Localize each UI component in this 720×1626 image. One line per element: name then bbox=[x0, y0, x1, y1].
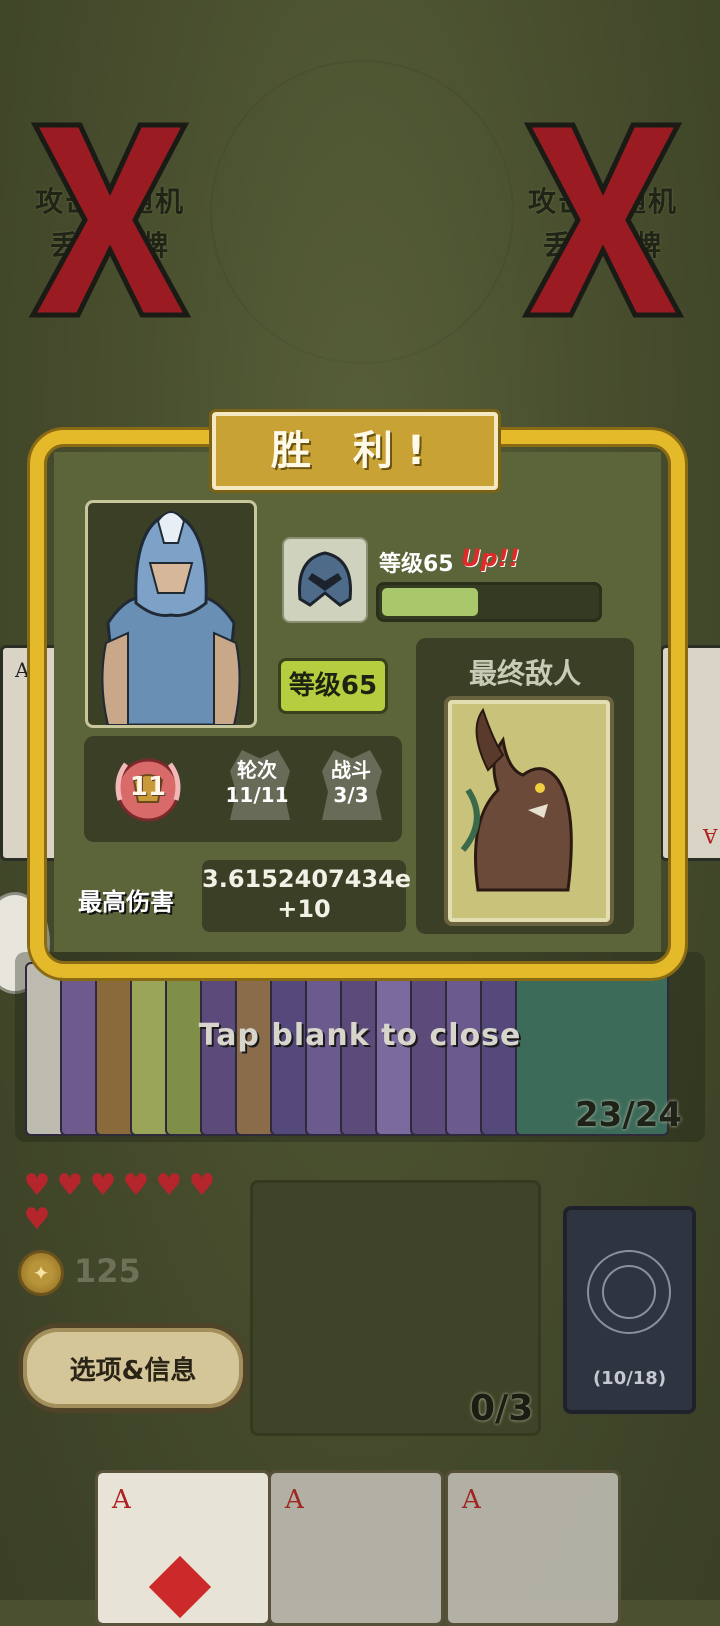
coin-icon: ✦ bbox=[18, 1250, 64, 1296]
card-rank: A bbox=[112, 1485, 131, 1515]
heart-icon: ♥ bbox=[122, 1168, 150, 1203]
discard-hint-left: 攻击后随机 丢弃卡牌 bbox=[25, 120, 195, 320]
rounds-value: 11/11 bbox=[225, 783, 289, 807]
battles-label: 战斗 bbox=[331, 758, 371, 782]
xp-progress-fill bbox=[382, 588, 478, 616]
draw-pile[interactable]: (10/18) bbox=[563, 1206, 696, 1414]
heart-icon: ♥ bbox=[89, 1168, 117, 1203]
rounds-stat: 轮次 11/11 bbox=[210, 754, 304, 807]
knight-portrait-icon bbox=[101, 511, 241, 725]
victory-modal: 胜 利! 等级65 Up!! 等级65 最终敌人 11 轮次 11/11 战斗 … bbox=[30, 412, 685, 978]
card-rank: A bbox=[15, 658, 30, 682]
demon-beast-icon bbox=[460, 707, 573, 892]
card-rank: A bbox=[462, 1485, 481, 1515]
disabled-x-icon bbox=[521, 122, 685, 318]
xp-progress-bar bbox=[376, 582, 602, 622]
victory-title: 胜 利! bbox=[212, 412, 498, 490]
final-enemy-card bbox=[444, 696, 614, 926]
diamond-suit-icon bbox=[148, 1555, 212, 1619]
health-hearts: ♥ ♥ ♥ ♥ ♥ ♥♥ bbox=[22, 1168, 242, 1240]
coin-count: 125 bbox=[74, 1252, 141, 1290]
max-damage-label: 最高伤害 bbox=[78, 888, 174, 916]
discard-hint-right: 攻击后随机 丢弃卡牌 bbox=[518, 120, 688, 320]
rounds-label: 轮次 bbox=[237, 758, 277, 782]
disabled-x-icon bbox=[28, 122, 192, 318]
final-enemy-label: 最终敌人 bbox=[468, 657, 581, 690]
hand-card[interactable]: A bbox=[268, 1470, 444, 1626]
max-damage-value: 3.6152407434e +10 bbox=[202, 860, 411, 932]
battle-stats-panel: 11 轮次 11/11 战斗 3/3 bbox=[84, 736, 402, 842]
tap-to-close-text: Tap blank to close bbox=[198, 1018, 522, 1053]
level-text: 等级65 bbox=[379, 552, 454, 577]
heart-icon: ♥ bbox=[155, 1168, 183, 1203]
class-helmet-icon bbox=[282, 537, 368, 623]
background-emblem bbox=[210, 60, 514, 364]
heart-icon: ♥ bbox=[188, 1168, 216, 1203]
heart-icon: ♥ bbox=[23, 1168, 51, 1203]
level-up-label: Up!! bbox=[461, 544, 520, 572]
card-rank: A bbox=[285, 1485, 304, 1515]
battles-stat: 战斗 3/3 bbox=[316, 754, 386, 807]
deck-count: 23/24 bbox=[575, 1095, 683, 1135]
draw-pile-count: (10/18) bbox=[592, 1368, 667, 1389]
card-rank: A bbox=[702, 824, 717, 848]
hand-card[interactable]: A bbox=[445, 1470, 621, 1626]
hand-card[interactable]: A bbox=[95, 1470, 271, 1626]
battles-value: 3/3 bbox=[333, 783, 369, 807]
card-back-emblem-inner bbox=[602, 1265, 656, 1319]
rank-number: 11 bbox=[129, 772, 167, 802]
heart-icon: ♥ bbox=[56, 1168, 84, 1203]
play-count: 0/3 bbox=[470, 1388, 534, 1429]
final-enemy-panel: 最终敌人 bbox=[416, 638, 634, 934]
level-badge: 等级65 bbox=[278, 658, 388, 714]
options-info-button[interactable]: 选项&信息 bbox=[18, 1323, 248, 1413]
hero-portrait bbox=[85, 500, 257, 728]
heart-icon: ♥ bbox=[23, 1202, 51, 1237]
